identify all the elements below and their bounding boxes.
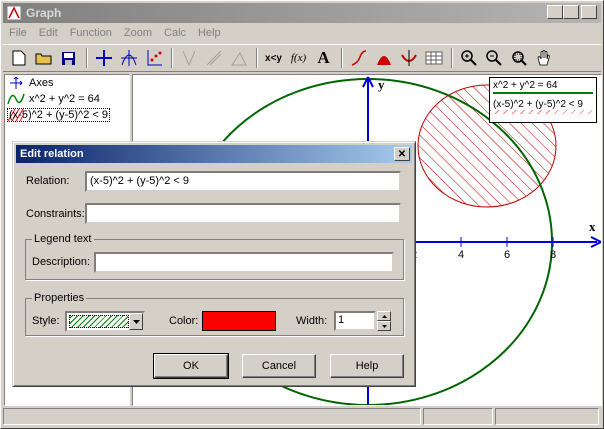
save-icon[interactable] xyxy=(57,47,80,69)
evaluate-icon[interactable] xyxy=(397,47,420,69)
function-item-label: x^2 + y^2 = 64 xyxy=(29,93,100,105)
edit-relation-dialog: Edit relation ✕ Relation: (x-5)^2 + (y-5… xyxy=(12,141,416,387)
close-button[interactable]: ✕ xyxy=(581,5,597,19)
legend-line-green xyxy=(493,92,593,94)
shading-icon xyxy=(227,47,250,69)
x-tick-label: 4 xyxy=(458,249,464,261)
chevron-down-icon xyxy=(132,319,140,324)
properties-group: Properties Style: Color: Width: 1 xyxy=(25,292,404,336)
function-item-label: Axes xyxy=(29,77,54,89)
chevron-down-icon xyxy=(381,324,387,328)
dialog-title: Edit relation xyxy=(20,148,84,160)
menu-bar: File Edit Function Zoom Calc Help xyxy=(3,24,227,42)
style-select[interactable] xyxy=(65,311,145,332)
style-label: Style: xyxy=(32,315,60,327)
color-swatch-button[interactable] xyxy=(202,311,276,331)
legend-item-label: (x-5)^2 + (y-5)^2 < 9 xyxy=(490,95,596,114)
insert-point-series-icon[interactable] xyxy=(142,47,165,69)
insert-shading-icon[interactable] xyxy=(372,47,395,69)
ok-button[interactable]: OK xyxy=(153,353,229,379)
zoom-window-icon[interactable] xyxy=(507,47,530,69)
text-label-icon[interactable]: A xyxy=(312,47,335,69)
dialog-title-bar: Edit relation ✕ xyxy=(16,145,412,163)
width-spinner[interactable] xyxy=(377,311,391,331)
insert-function-icon[interactable] xyxy=(117,47,140,69)
color-label: Color: xyxy=(169,315,199,327)
table-icon[interactable] xyxy=(422,47,445,69)
width-input[interactable]: 1 xyxy=(334,311,376,331)
menu-file[interactable]: File xyxy=(3,27,33,39)
description-label: Description: xyxy=(32,256,91,268)
status-panel-extra xyxy=(495,408,599,425)
x-axis-label: x xyxy=(589,219,596,234)
pan-hand-icon[interactable] xyxy=(532,47,555,69)
maximize-button[interactable]: □ xyxy=(563,5,579,19)
insert-relation-icon[interactable] xyxy=(347,47,370,69)
minimize-button[interactable]: _ xyxy=(547,5,563,19)
normal-icon xyxy=(202,47,225,69)
help-button[interactable]: Help xyxy=(330,354,404,378)
menu-edit[interactable]: Edit xyxy=(33,27,64,39)
new-file-icon[interactable] xyxy=(7,47,30,69)
function-text-icon[interactable]: f(x) xyxy=(287,47,310,69)
window-title: Graph xyxy=(26,6,62,20)
relation-label: Relation: xyxy=(26,175,70,187)
tangent-icon xyxy=(177,47,200,69)
menu-help[interactable]: Help xyxy=(192,27,227,39)
description-input[interactable] xyxy=(94,252,394,273)
width-label: Width: xyxy=(296,315,328,327)
y-axis-label: y xyxy=(378,77,385,92)
zoom-out-icon[interactable] xyxy=(482,47,505,69)
legend-text-group-title: Legend text xyxy=(32,233,94,245)
constraints-label: Constraints: xyxy=(26,208,85,220)
function-item-circle[interactable]: x^2 + y^2 = 64 xyxy=(5,91,129,107)
zoom-in-icon[interactable] xyxy=(457,47,480,69)
title-bar: Graph _ □ ✕ xyxy=(3,3,601,23)
spin-down-button[interactable] xyxy=(377,321,391,331)
status-panel-main xyxy=(3,408,421,425)
legend-item-label: x^2 + y^2 = 64 xyxy=(493,80,558,91)
curve-icon xyxy=(7,93,25,105)
properties-group-title: Properties xyxy=(32,292,87,304)
open-folder-icon[interactable] xyxy=(32,47,55,69)
x-tick-label: 6 xyxy=(504,249,510,261)
function-item-axes[interactable]: Axes xyxy=(5,75,129,91)
graph-window: Graph _ □ ✕ File Edit Function Zoom Calc… xyxy=(0,0,604,429)
spin-up-button[interactable] xyxy=(377,311,391,321)
style-swatch xyxy=(69,315,129,328)
legend-text-group: Legend text Description: xyxy=(25,233,404,280)
legend[interactable]: x^2 + y^2 = 64 (x-5)^2 + (y-5)^2 < 9 xyxy=(489,77,597,123)
menu-zoom[interactable]: Zoom xyxy=(118,27,158,39)
constraints-input[interactable] xyxy=(85,203,401,224)
relation-icon[interactable]: x<y xyxy=(262,47,285,69)
status-bar xyxy=(3,408,601,426)
axes-icon[interactable] xyxy=(92,47,115,69)
function-item-label: (x-5)^2 + (y-5)^2 < 9 xyxy=(7,108,110,122)
toolbar: x<y f(x) A xyxy=(3,44,601,72)
menu-function[interactable]: Function xyxy=(64,27,118,39)
chevron-up-icon xyxy=(381,314,387,318)
x-tick-label: 8 xyxy=(550,249,556,261)
cancel-button[interactable]: Cancel xyxy=(242,354,316,378)
menu-calc[interactable]: Calc xyxy=(158,27,192,39)
app-icon xyxy=(6,5,22,21)
axes-icon xyxy=(10,76,23,89)
function-item-relation[interactable]: (x-5)^2 + (y-5)^2 < 9 xyxy=(5,107,129,123)
relation-input[interactable]: (x-5)^2 + (y-5)^2 < 9 xyxy=(85,171,401,192)
status-panel-coords xyxy=(423,408,493,425)
dialog-close-button[interactable]: ✕ xyxy=(394,147,410,161)
style-dropdown-button[interactable] xyxy=(129,313,143,330)
